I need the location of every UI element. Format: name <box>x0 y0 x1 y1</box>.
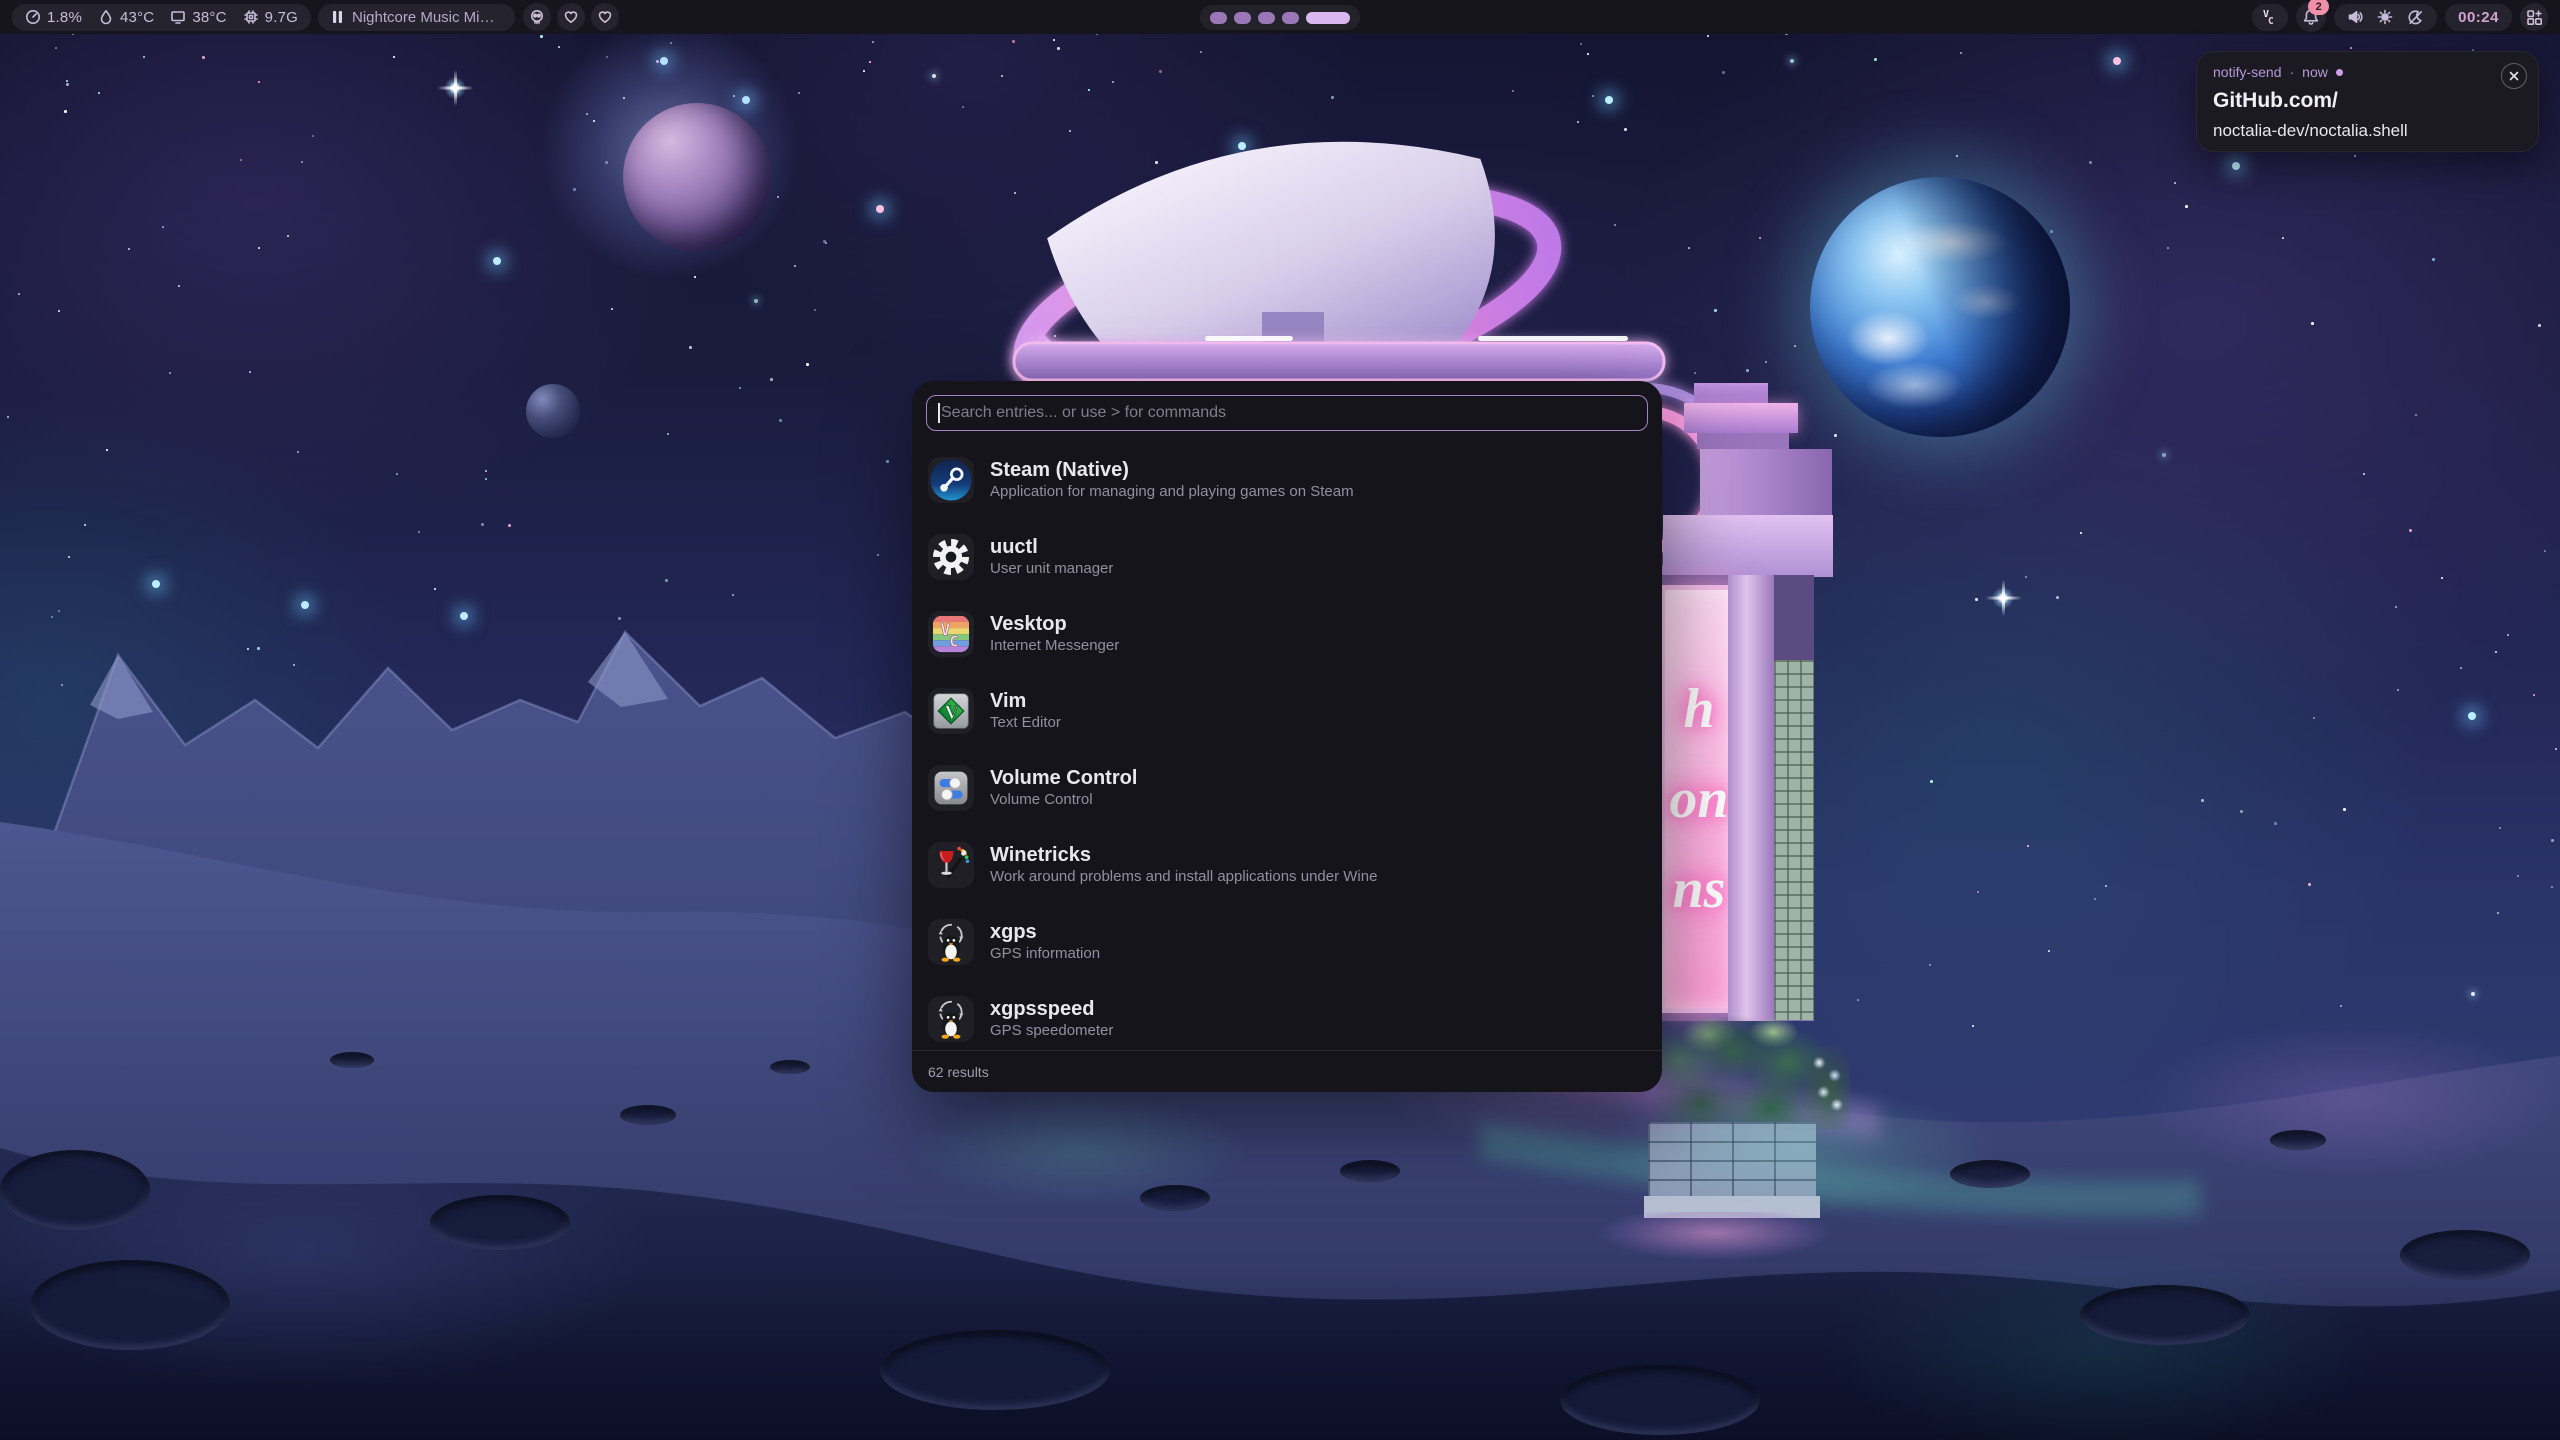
workspace-indicator[interactable] <box>1200 5 1360 30</box>
app-description: GPS information <box>990 946 1100 961</box>
steam-icon <box>928 457 974 503</box>
memory-value: 9.7G <box>265 9 298 26</box>
list-item[interactable]: uuctl User unit manager <box>912 518 1662 595</box>
app-name: xgps <box>990 922 1100 942</box>
heart-icon <box>563 9 579 25</box>
media-player-pill[interactable]: Nightcore Music Mix 20… <box>318 4 515 31</box>
list-item[interactable]: V Vim Text Editor <box>912 672 1662 749</box>
workspace-2[interactable] <box>1234 12 1251 24</box>
pause-icon[interactable] <box>331 10 344 24</box>
notification-time: now <box>2302 64 2328 80</box>
cpu-value: 1.8% <box>47 9 82 26</box>
gpu-temp-stat: 38°C <box>170 9 226 26</box>
app-name: Winetricks <box>990 845 1377 865</box>
gpu-temp-value: 38°C <box>192 9 226 26</box>
vesktop-icon: VC <box>928 611 974 657</box>
vesktop-tray-button[interactable]: VC <box>2252 4 2288 31</box>
xgpsspeed-icon <box>928 996 974 1042</box>
app-list: Steam (Native) Application for managing … <box>912 441 1662 1057</box>
app-name: uuctl <box>990 537 1113 557</box>
droplet-icon <box>98 9 114 25</box>
gauge-icon <box>25 9 41 25</box>
results-count: 62 results <box>928 1064 989 1080</box>
quick-settings-pill <box>2334 4 2437 31</box>
list-item[interactable]: Steam (Native) Application for managing … <box>912 441 1662 518</box>
xgps-icon <box>928 919 974 965</box>
app-description: GPS speedometer <box>990 1023 1113 1038</box>
workspace-1[interactable] <box>1210 12 1227 24</box>
app-name: Steam (Native) <box>990 460 1354 480</box>
search-input[interactable] <box>926 395 1648 431</box>
chip-icon <box>243 9 259 25</box>
app-description: Text Editor <box>990 715 1061 730</box>
sun-icon[interactable] <box>2377 9 2393 25</box>
app-launcher: Steam (Native) Application for managing … <box>912 381 1662 1092</box>
text-caret <box>938 403 940 423</box>
vesktop-tray-icon: VC <box>2261 7 2279 27</box>
workspace-3[interactable] <box>1258 12 1275 24</box>
heart-button[interactable] <box>591 3 619 31</box>
monitor-icon <box>170 9 186 25</box>
vim-icon: V <box>928 688 974 734</box>
unread-dot <box>2336 69 2343 76</box>
grid-plus-icon <box>2526 9 2543 26</box>
cpu-stat: 1.8% <box>25 9 82 26</box>
flowers <box>1806 1046 1850 1130</box>
skull-button[interactable] <box>523 3 551 31</box>
workspace-5-active[interactable] <box>1306 12 1350 24</box>
notification-badge: 2 <box>2308 0 2329 15</box>
svg-text:V: V <box>944 701 959 723</box>
notifications-button-wrap: 2 <box>2296 2 2326 32</box>
close-icon[interactable] <box>2501 63 2527 89</box>
cpu-temp-stat: 43°C <box>98 9 154 26</box>
clock[interactable]: 00:24 <box>2445 4 2512 31</box>
notification-body: noctalia-dev/noctalia.shell <box>2213 121 2522 141</box>
launcher-footer: 62 results <box>912 1050 1662 1092</box>
app-description: Volume Control <box>990 792 1137 807</box>
moon-slash-icon[interactable] <box>2407 9 2424 26</box>
memory-stat: 9.7G <box>243 9 298 26</box>
heart-icon <box>597 9 613 25</box>
storefront-neon-window: h on ns <box>1660 585 1738 1013</box>
workspace-4[interactable] <box>1282 12 1299 24</box>
skull-icon <box>529 9 545 25</box>
svg-text:C: C <box>949 633 958 650</box>
winetricks-icon <box>928 842 974 888</box>
system-stats-pill[interactable]: 1.8% 43°C 38°C 9.7G <box>12 4 311 31</box>
list-item[interactable]: Volume Control Volume Control <box>912 749 1662 826</box>
sign-letter: ns <box>1673 861 1726 917</box>
list-item[interactable]: VC Vesktop Internet Messenger <box>912 595 1662 672</box>
list-item[interactable]: Winetricks Work around problems and inst… <box>912 826 1662 903</box>
quick-buttons <box>523 3 619 31</box>
search-wrap <box>926 395 1648 431</box>
app-name: Vesktop <box>990 614 1119 634</box>
notification-header: notify-send · now <box>2213 64 2522 80</box>
bar-right-cluster: VC 2 00:24 <box>2252 2 2548 32</box>
notification-separator: · <box>2289 64 2294 80</box>
notification-popup[interactable]: notify-send · now GitHub.com/ noctalia-d… <box>2196 51 2539 152</box>
hedge <box>1646 1012 1828 1140</box>
sign-letter: h <box>1683 681 1714 737</box>
list-item[interactable]: xgpsspeed GPS speedometer <box>912 980 1662 1057</box>
dashboard-button[interactable] <box>2520 3 2548 31</box>
list-item[interactable]: xgps GPS information <box>912 903 1662 980</box>
svg-text:C: C <box>2268 16 2274 27</box>
app-name: xgpsspeed <box>990 999 1113 1019</box>
volume-icon <box>928 765 974 811</box>
top-bar: 1.8% 43°C 38°C 9.7G Nightcore Music Mix … <box>0 0 2560 34</box>
app-description: Application for managing and playing gam… <box>990 484 1354 499</box>
notification-source: notify-send <box>2213 64 2281 80</box>
speaker-icon[interactable] <box>2347 9 2363 25</box>
sign-letter: on <box>1669 771 1728 827</box>
heart-button[interactable] <box>557 3 585 31</box>
gear-icon <box>928 534 974 580</box>
app-name: Volume Control <box>990 768 1137 788</box>
app-name: Vim <box>990 691 1061 711</box>
notification-title: GitHub.com/ <box>2213 89 2522 113</box>
cpu-temp-value: 43°C <box>120 9 154 26</box>
app-description: Internet Messenger <box>990 638 1119 653</box>
app-description: User unit manager <box>990 561 1113 576</box>
media-title: Nightcore Music Mix 20… <box>352 9 502 26</box>
app-description: Work around problems and install applica… <box>990 869 1377 884</box>
